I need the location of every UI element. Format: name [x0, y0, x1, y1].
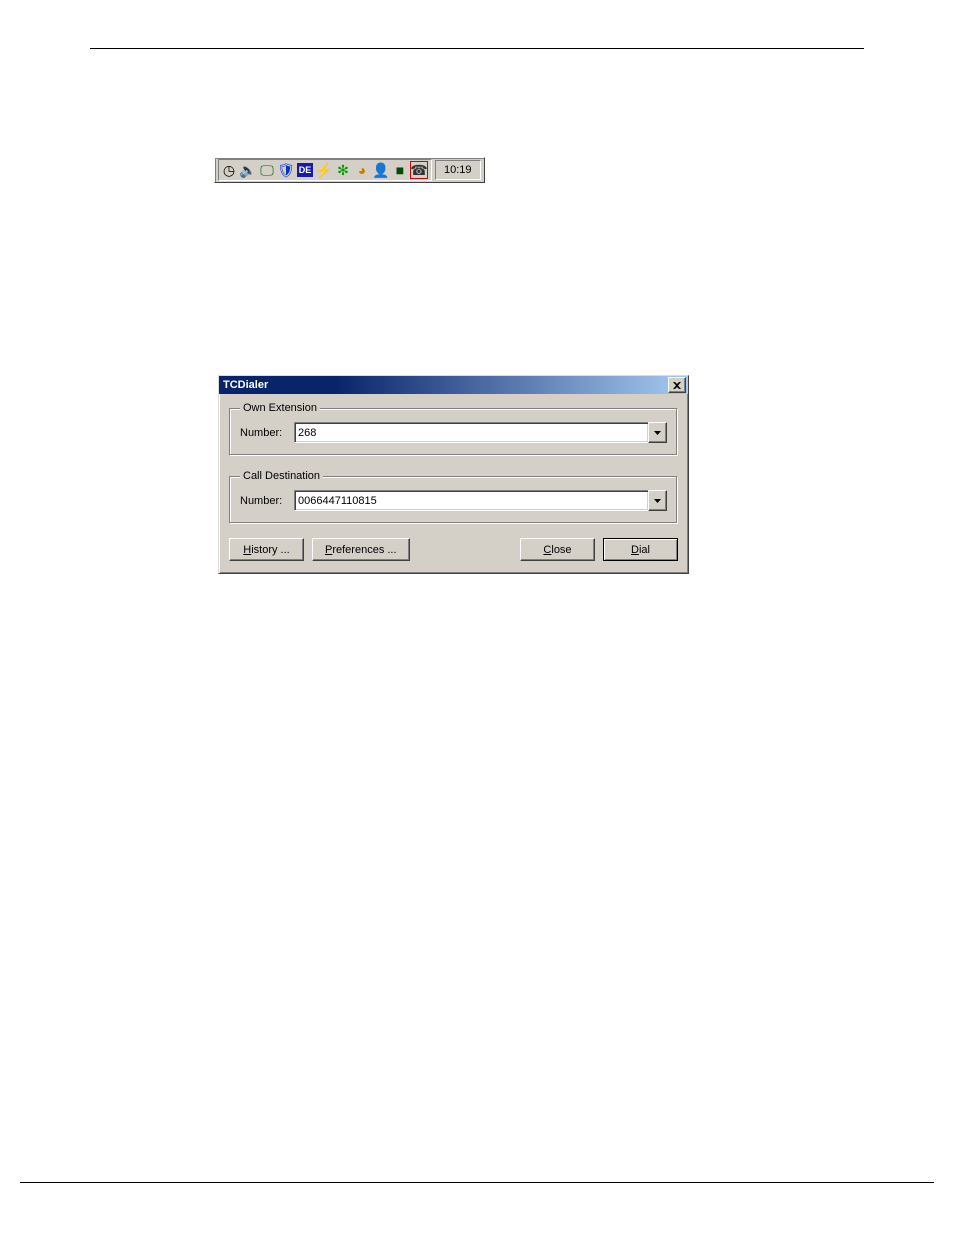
phone-icon[interactable]: ☎: [411, 162, 427, 178]
tcdialer-dialog: TCDialer Own Extension Number:: [218, 375, 689, 574]
clock-icon[interactable]: ◷: [221, 162, 237, 178]
bottom-horizontal-rule: [20, 1182, 934, 1183]
close-button-rest: lose: [551, 544, 571, 556]
dialog-button-row: History ... Preferences ... Close Dial: [229, 538, 678, 561]
own-extension-group: Own Extension Number:: [229, 402, 678, 456]
own-extension-number-label: Number:: [240, 427, 288, 439]
call-destination-input[interactable]: [294, 490, 648, 511]
tray-icon-well: ◷ 🔈 🖵 🛡 DE ⚡ ✻ ◕ 👤 ■ ☎: [218, 159, 432, 181]
shield-icon[interactable]: 🛡: [278, 162, 294, 178]
volume-icon[interactable]: 🔈: [240, 162, 256, 178]
top-horizontal-rule: [90, 48, 864, 49]
own-extension-legend: Own Extension: [240, 402, 320, 414]
chevron-down-icon[interactable]: [648, 422, 667, 443]
dialog-title: TCDialer: [223, 379, 268, 391]
square-icon[interactable]: ■: [392, 162, 408, 178]
own-extension-input[interactable]: [294, 422, 648, 443]
call-destination-group: Call Destination Number:: [229, 470, 678, 524]
history-button-rest: istory ...: [251, 544, 290, 556]
own-extension-combo[interactable]: [294, 422, 667, 443]
chevron-down-icon[interactable]: [648, 490, 667, 511]
lightning-icon[interactable]: ⚡: [316, 162, 332, 178]
network-icon[interactable]: 👤: [373, 162, 389, 178]
close-button[interactable]: Close: [520, 538, 595, 561]
call-destination-number-label: Number:: [240, 495, 288, 507]
call-destination-combo[interactable]: [294, 490, 667, 511]
dial-button[interactable]: Dial: [603, 538, 678, 561]
call-destination-legend: Call Destination: [240, 470, 323, 482]
dial-button-rest: ial: [639, 544, 650, 556]
history-button[interactable]: History ...: [229, 538, 304, 561]
drop-icon[interactable]: ◕: [354, 162, 370, 178]
monitor-icon[interactable]: 🖵: [259, 162, 275, 178]
preferences-button-rest: references ...: [332, 544, 396, 556]
preferences-button[interactable]: Preferences ...: [312, 538, 410, 561]
icq-flower-icon[interactable]: ✻: [335, 162, 351, 178]
lang-de-icon[interactable]: DE: [297, 163, 313, 177]
system-tray: ◷ 🔈 🖵 🛡 DE ⚡ ✻ ◕ 👤 ■ ☎ 10:19: [214, 157, 485, 183]
close-icon[interactable]: [668, 377, 686, 393]
tray-clock: 10:19: [435, 160, 481, 180]
dialog-titlebar[interactable]: TCDialer: [219, 376, 688, 394]
